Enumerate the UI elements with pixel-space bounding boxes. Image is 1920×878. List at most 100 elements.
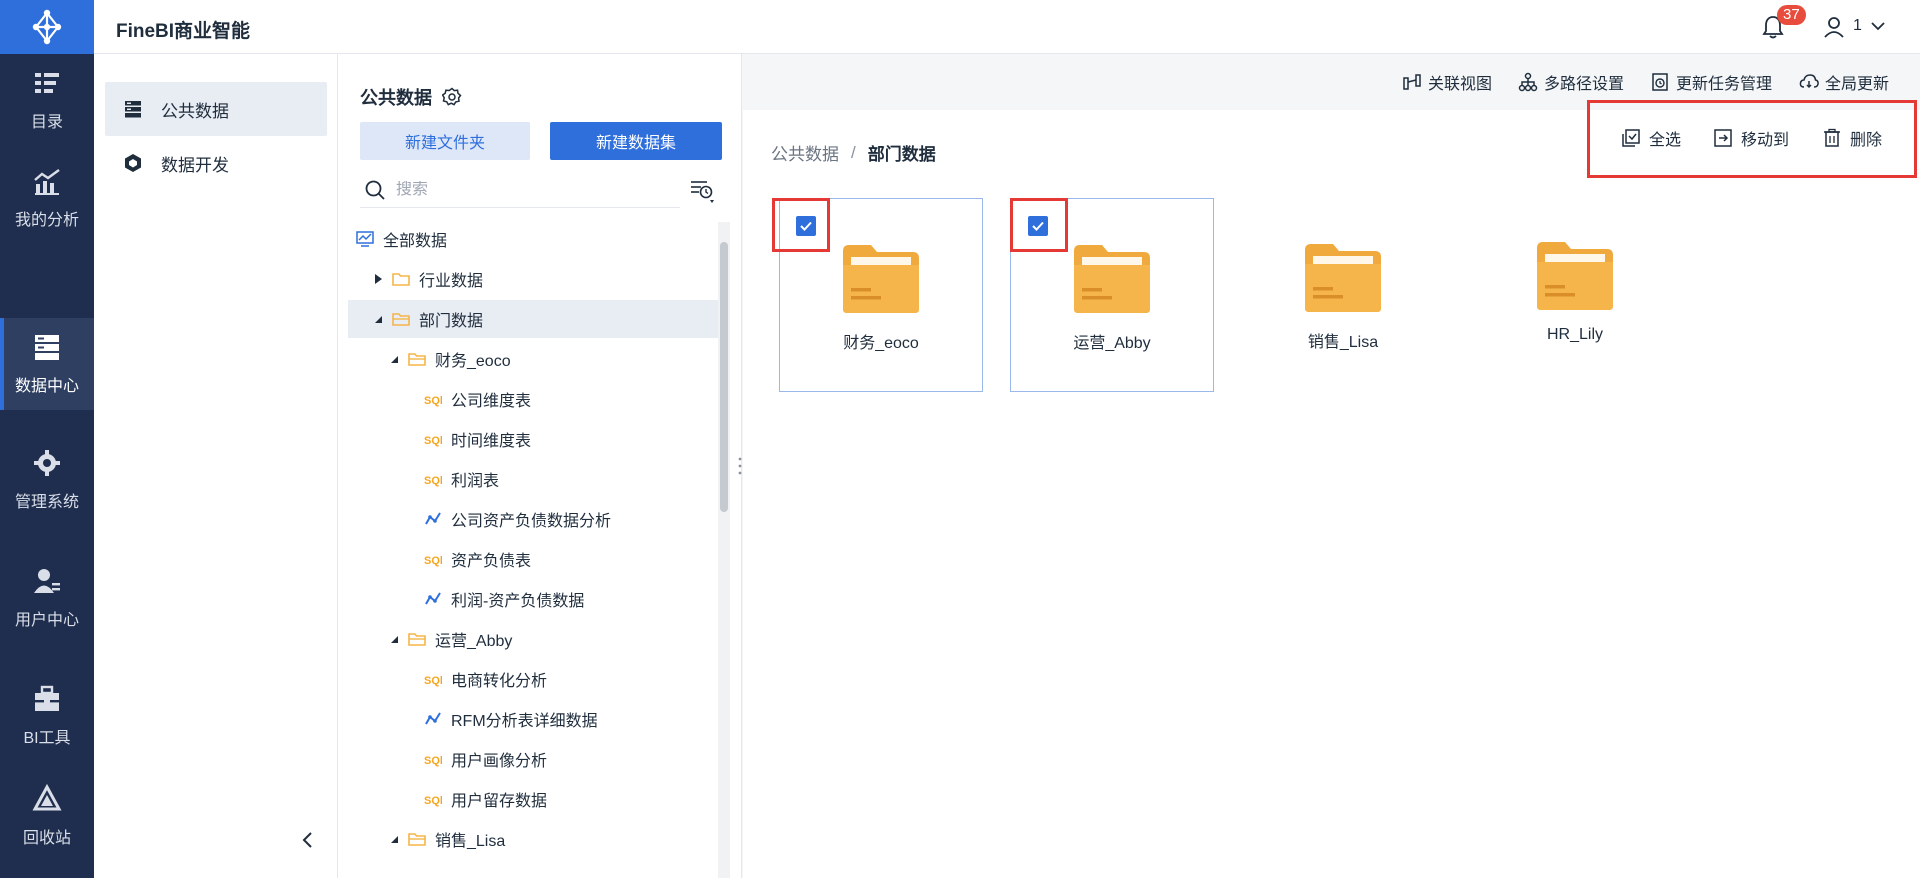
tree-row-label: 时间维度表 xyxy=(451,433,532,450)
nav-item-bi-tools[interactable]: BI工具 xyxy=(0,670,94,762)
sql-dataset-icon: SQl xyxy=(424,795,442,807)
tree-row[interactable]: SQl 公司维度表 xyxy=(348,380,718,418)
subnav-item-data-dev[interactable]: 数据开发 xyxy=(105,136,327,190)
tree-row-label: 公司资产负债数据分析 xyxy=(451,513,612,530)
tree-row-label: 销售_Lisa xyxy=(435,833,506,850)
tool-label: 关联视图 xyxy=(1428,76,1493,93)
search-input[interactable] xyxy=(396,180,656,199)
nav-item-my-analysis[interactable]: 我的分析 xyxy=(0,152,94,244)
tree-row[interactable]: SQl 资产负债表 xyxy=(348,540,718,578)
caret-right-icon[interactable] xyxy=(372,273,384,285)
public-data-icon xyxy=(125,101,141,118)
scroll-thumb[interactable] xyxy=(720,242,728,512)
gear-icon xyxy=(34,450,60,476)
sql-dataset-icon: SQl xyxy=(424,675,442,687)
folder-card[interactable]: HR_Lily xyxy=(1473,196,1677,390)
nav-item-admin[interactable]: 管理系统 xyxy=(0,434,94,526)
nav-label: 目录 xyxy=(30,114,63,131)
checkmark-icon xyxy=(1032,221,1044,231)
nav-item-catalog[interactable]: 目录 xyxy=(0,54,94,146)
svg-text:SQl: SQl xyxy=(424,475,442,487)
subnav-item-public-data[interactable]: 公共数据 xyxy=(105,82,327,136)
multipath-settings-button[interactable]: 多路径设置 xyxy=(1518,70,1624,94)
tree-row[interactable]: 部门数据 xyxy=(348,300,718,338)
collapse-sidebar-icon[interactable] xyxy=(298,828,318,852)
data-center-icon xyxy=(35,335,59,360)
chevron-down-icon[interactable] xyxy=(1870,18,1886,34)
tree-search xyxy=(360,172,680,208)
tree-row[interactable]: 全部数据 xyxy=(348,220,718,258)
filter-history-icon[interactable] xyxy=(688,176,716,204)
caret-down-icon[interactable] xyxy=(388,633,400,645)
tree-row-label: 行业数据 xyxy=(419,273,484,290)
tree-row[interactable]: SQl 用户画像分析 xyxy=(348,740,718,778)
tree-row[interactable]: 运营_Abby xyxy=(348,620,718,658)
update-task-button[interactable]: 更新任务管理 xyxy=(1650,70,1772,94)
user-icon[interactable] xyxy=(1823,15,1845,39)
logo[interactable] xyxy=(0,0,94,54)
tree-row[interactable]: SQl 电商转化分析 xyxy=(348,660,718,698)
folder-checkbox[interactable] xyxy=(1028,216,1048,236)
folder-open-icon xyxy=(408,833,426,846)
tree-row-label: 利润-资产负债数据 xyxy=(451,593,585,610)
folder-open-icon xyxy=(408,353,426,366)
folder-icon xyxy=(1074,245,1150,313)
svg-text:SQl: SQl xyxy=(424,755,442,767)
tree-row[interactable]: 销售_Lisa xyxy=(348,820,718,858)
tree-row-label: 资产负债表 xyxy=(451,553,532,570)
tree-row[interactable]: RFM分析表详细数据 xyxy=(348,700,718,738)
nav-item-user-center[interactable]: 用户中心 xyxy=(0,552,94,644)
select-all-icon xyxy=(1622,129,1640,147)
data-dev-icon xyxy=(125,154,141,172)
folder-label: 销售_Lisa xyxy=(1307,334,1379,351)
user-name[interactable]: 1 xyxy=(1853,17,1862,35)
tree-row-label: 电商转化分析 xyxy=(451,673,548,690)
breadcrumb-parent[interactable]: 公共数据 xyxy=(771,140,839,165)
tree-row-label: 运营_Abby xyxy=(435,633,513,650)
tool-label: 更新任务管理 xyxy=(1676,76,1773,93)
folder-label: 财务_eoco xyxy=(843,335,919,352)
tree-row[interactable]: SQl 用户留存数据 xyxy=(348,780,718,818)
tree-row[interactable]: 公司资产负债数据分析 xyxy=(348,500,718,538)
tree-row[interactable]: SQl 时间维度表 xyxy=(348,420,718,458)
caret-down-icon[interactable] xyxy=(372,313,384,325)
delete-button[interactable]: 删除 xyxy=(1822,126,1882,150)
settings-icon[interactable] xyxy=(442,87,462,107)
tree-row-label: 财务_eoco xyxy=(435,353,511,370)
nav-label: BI工具 xyxy=(23,730,71,747)
primary-nav: 目录 我的分析 数据中心 管理系统 用户中心 BI工具 回收站 xyxy=(0,54,94,878)
subnav-label: 公共数据 xyxy=(161,101,229,121)
select-all-button[interactable]: 全选 xyxy=(1621,126,1681,150)
analysis-icon xyxy=(34,169,60,195)
svg-text:SQl: SQl xyxy=(424,675,442,687)
nav-item-data-center[interactable]: 数据中心 xyxy=(0,318,94,410)
folder-checkbox[interactable] xyxy=(796,216,816,236)
nav-item-recycle-bin[interactable]: 回收站 xyxy=(0,770,94,862)
tree-row[interactable]: 利润-资产负债数据 xyxy=(348,580,718,618)
sql-dataset-icon: SQl xyxy=(424,435,442,447)
trash-icon xyxy=(1824,128,1840,147)
logo-icon xyxy=(32,9,62,45)
global-update-button[interactable]: 全局更新 xyxy=(1799,70,1889,94)
tool-label: 多路径设置 xyxy=(1544,76,1625,93)
new-folder-button[interactable]: 新建文件夹 xyxy=(360,122,530,160)
relation-view-button[interactable]: 关联视图 xyxy=(1402,70,1492,94)
svg-text:SQl: SQl xyxy=(424,435,442,447)
folder-open-icon xyxy=(408,633,426,646)
folder-card[interactable]: 销售_Lisa xyxy=(1241,198,1445,392)
new-dataset-button[interactable]: 新建数据集 xyxy=(550,122,722,160)
tree-row-label: 利润表 xyxy=(451,473,500,490)
tree-row[interactable]: SQl 利润表 xyxy=(348,460,718,498)
cloud-refresh-icon xyxy=(1799,74,1819,89)
sql-dataset-icon: SQl xyxy=(424,475,442,487)
app-title: FineBI商业智能 xyxy=(116,21,251,42)
tree-row[interactable]: 财务_eoco xyxy=(348,340,718,378)
tree-row[interactable]: 行业数据 xyxy=(348,260,718,298)
folder-icon xyxy=(392,273,410,286)
tree-scrollbar[interactable] xyxy=(718,222,730,878)
sql-dataset-icon: SQl xyxy=(424,555,442,567)
action-label: 全选 xyxy=(1649,132,1682,149)
caret-down-icon[interactable] xyxy=(388,833,400,845)
caret-down-icon[interactable] xyxy=(388,353,400,365)
move-to-button[interactable]: 移动到 xyxy=(1713,126,1789,150)
